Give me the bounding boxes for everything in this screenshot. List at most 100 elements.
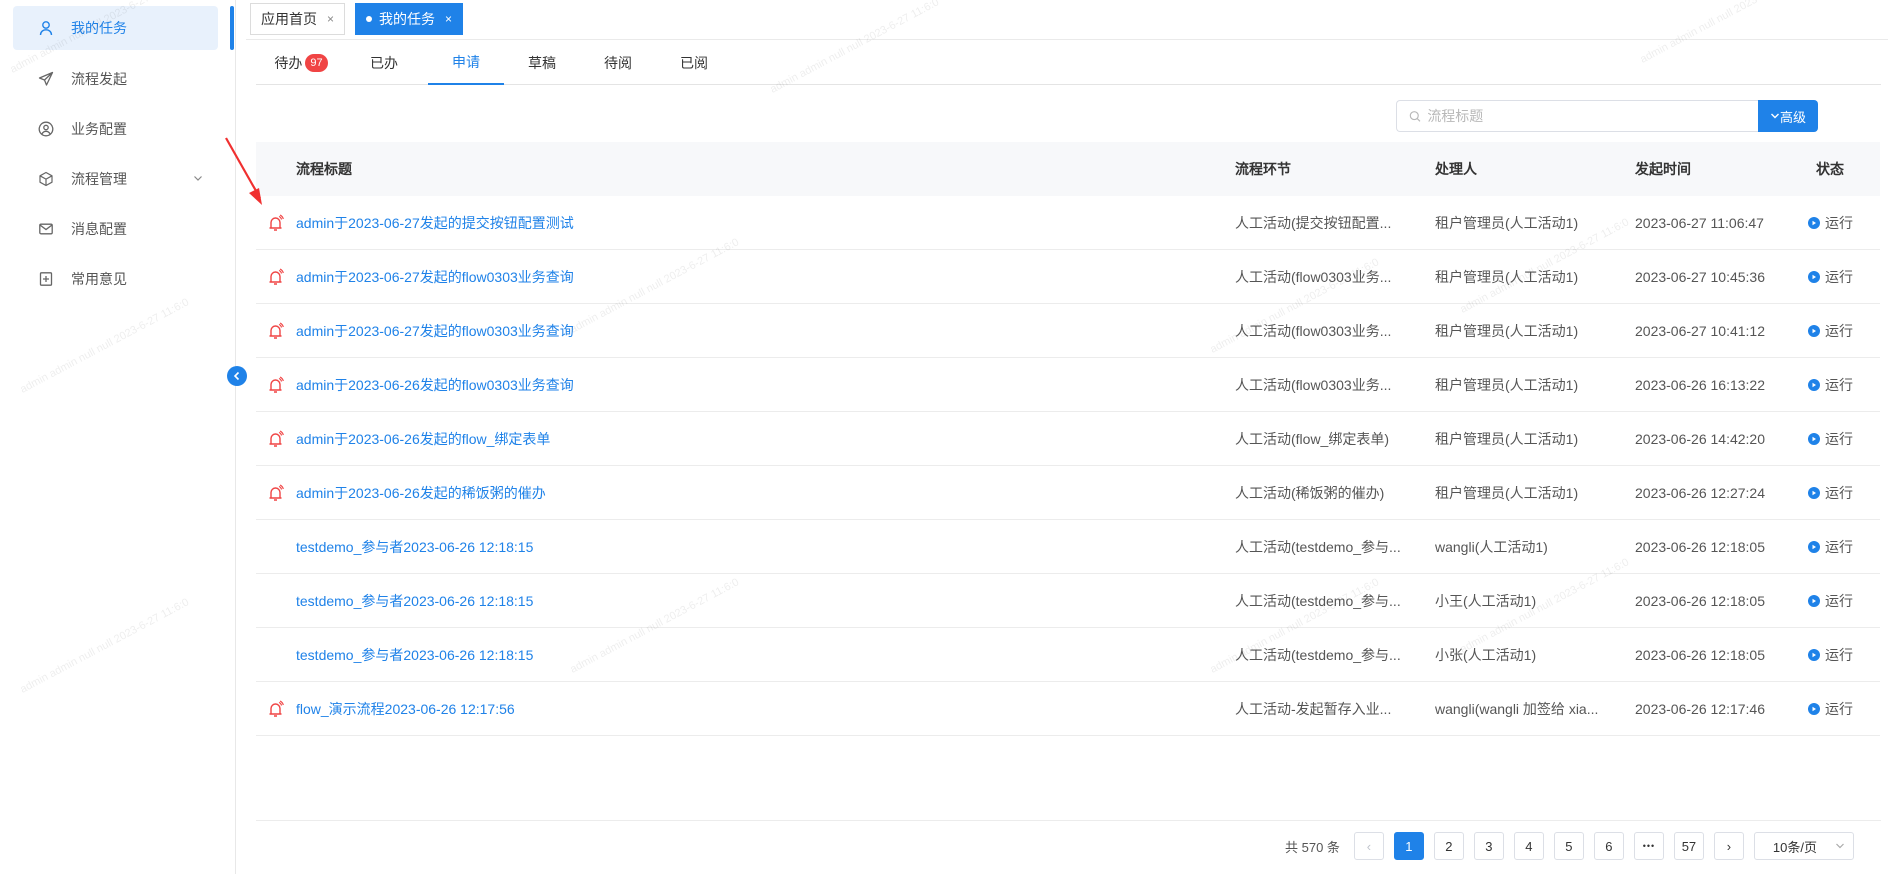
status-text: 运行 <box>1825 376 1853 393</box>
table-row[interactable]: admin于2023-06-26发起的flow0303业务查询 人工活动(flow… <box>256 358 1880 412</box>
tab-todo[interactable]: 待办 97 <box>256 40 346 85</box>
page-tab-my-tasks[interactable]: 我的任务 × <box>355 3 464 35</box>
process-title-link[interactable]: flow_演示流程2023-06-26 12:17:56 <box>296 682 1186 735</box>
search-box <box>1396 100 1758 132</box>
status-text: 运行 <box>1825 484 1853 501</box>
sidebar-item-business-config[interactable]: 业务配置 <box>13 107 218 151</box>
process-title-link[interactable]: testdemo_参与者2023-06-26 12:18:15 <box>296 574 1186 627</box>
process-title-link[interactable]: admin于2023-06-26发起的flow_绑定表单 <box>296 412 1186 465</box>
table-row[interactable]: flow_演示流程2023-06-26 12:17:56 人工活动-发起暂存入业.… <box>256 682 1880 736</box>
process-title-link[interactable]: testdemo_参与者2023-06-26 12:18:15 <box>296 628 1186 681</box>
sidebar-item-start-process[interactable]: 流程发起 <box>13 57 218 101</box>
sidebar-item-label: 业务配置 <box>71 121 127 137</box>
page-tab-label: 应用首页 <box>261 11 317 27</box>
urge-bell-icon[interactable] <box>256 466 296 519</box>
process-title-link[interactable]: admin于2023-06-27发起的flow0303业务查询 <box>296 250 1186 303</box>
sidebar-item-common-opinions[interactable]: 常用意见 <box>13 257 218 301</box>
paper-plane-icon <box>35 68 57 90</box>
page-tab-home[interactable]: 应用首页 × <box>250 3 346 35</box>
start-time: 2023-06-26 12:18:05 <box>1635 646 1765 663</box>
cube-icon <box>35 168 57 190</box>
page-button[interactable]: 4 <box>1513 832 1544 860</box>
table-row[interactable]: testdemo_参与者2023-06-26 12:18:15 人工活动(test… <box>256 574 1880 628</box>
handler: 租户管理员(人工活动1) <box>1435 269 1579 285</box>
process-node: 人工活动(flow_绑定表单) <box>1235 431 1390 447</box>
process-node: 人工活动(flow0303业务... <box>1235 323 1392 339</box>
tab-draft[interactable]: 草稿 <box>512 40 572 85</box>
chevron-down-icon[interactable] <box>192 171 204 187</box>
table-row[interactable]: admin于2023-06-27发起的flow0303业务查询 人工活动(flow… <box>256 304 1880 358</box>
play-icon <box>1808 216 1820 229</box>
tab-label: 待阅 <box>604 54 632 71</box>
user-circle-icon <box>35 118 57 140</box>
search-input[interactable] <box>1427 108 1758 124</box>
start-time: 2023-06-27 11:06:47 <box>1635 214 1764 231</box>
more-pages-button[interactable]: ••• <box>1633 832 1664 860</box>
play-icon <box>1808 648 1820 661</box>
header-status: 状态 <box>1816 161 1844 177</box>
prev-page-button[interactable]: ‹ <box>1353 832 1384 860</box>
collapse-sidebar-button[interactable] <box>227 366 247 386</box>
page-button[interactable]: 57 <box>1673 832 1704 860</box>
page-size-select[interactable]: 10条/页 <box>1753 832 1854 860</box>
pagination: 共 570 条 ‹ 1 2 3 4 5 6 ••• 57 › 10条/页 <box>1285 832 1854 860</box>
status-text: 运行 <box>1825 700 1853 717</box>
process-title-link[interactable]: admin于2023-06-26发起的稀饭粥的催办 <box>296 466 1186 519</box>
sidebar: 我的任务 流程发起 业务配置 流程管理 消息配置 常用意见 <box>0 0 236 874</box>
table-row[interactable]: admin于2023-06-26发起的flow_绑定表单 人工活动(flow_绑定… <box>256 412 1880 466</box>
play-icon <box>1808 324 1820 337</box>
play-icon <box>1808 702 1820 715</box>
tab-label: 草稿 <box>528 54 556 71</box>
process-node: 人工活动(提交按钮配置... <box>1235 215 1392 231</box>
close-icon[interactable]: × <box>445 12 452 26</box>
process-title-link[interactable]: testdemo_参与者2023-06-26 12:18:15 <box>296 520 1186 573</box>
task-table: 流程标题 流程环节 处理人 发起时间 状态 admin于2023-06-27发起… <box>256 142 1880 736</box>
status-text: 运行 <box>1825 322 1853 339</box>
table-row[interactable]: testdemo_参与者2023-06-26 12:18:15 人工活动(test… <box>256 520 1880 574</box>
process-node: 人工活动-发起暂存入业... <box>1235 701 1392 717</box>
page-button[interactable]: 5 <box>1553 832 1584 860</box>
table-row[interactable]: admin于2023-06-26发起的稀饭粥的催办 人工活动(稀饭粥的催办) 租户管… <box>256 466 1880 520</box>
handler: 租户管理员(人工活动1) <box>1435 215 1579 231</box>
handler: 租户管理员(人工活动1) <box>1435 323 1579 339</box>
active-indicator <box>230 6 234 50</box>
process-title-link[interactable]: admin于2023-06-27发起的flow0303业务查询 <box>296 304 1186 357</box>
sidebar-item-message-config[interactable]: 消息配置 <box>13 207 218 251</box>
next-page-button[interactable]: › <box>1713 832 1744 860</box>
start-time: 2023-06-26 12:27:24 <box>1635 484 1765 501</box>
tab-apply[interactable]: 申请 <box>428 40 504 85</box>
table-row[interactable]: admin于2023-06-27发起的提交按钮配置测试 人工活动(提交按钮配置..… <box>256 196 1880 250</box>
active-dot <box>366 16 372 22</box>
urge-bell-icon[interactable] <box>256 682 296 735</box>
page-button[interactable]: 6 <box>1593 832 1624 860</box>
page-button[interactable]: 3 <box>1473 832 1504 860</box>
page-button[interactable]: 2 <box>1433 832 1464 860</box>
chevron-down-icon <box>1835 843 1844 849</box>
urge-bell-icon[interactable] <box>256 358 296 411</box>
page-button[interactable]: 1 <box>1393 832 1424 860</box>
table-row[interactable]: admin于2023-06-27发起的flow0303业务查询 人工活动(flow… <box>256 250 1880 304</box>
close-icon[interactable]: × <box>327 12 334 26</box>
advanced-search-button[interactable]: 高级 <box>1758 100 1818 132</box>
tab-done[interactable]: 已办 <box>354 40 414 85</box>
status-cell: 运行 <box>1808 196 1880 249</box>
urge-bell-icon[interactable] <box>256 250 296 303</box>
table-row[interactable]: testdemo_参与者2023-06-26 12:18:15 人工活动(test… <box>256 628 1880 682</box>
start-time: 2023-06-26 16:13:22 <box>1635 376 1765 393</box>
start-time: 2023-06-26 12:18:05 <box>1635 592 1765 609</box>
status-text: 运行 <box>1825 646 1853 663</box>
urge-bell-icon[interactable] <box>256 196 296 249</box>
process-title-link[interactable]: admin于2023-06-26发起的flow0303业务查询 <box>296 358 1186 411</box>
handler: wangli(人工活动1) <box>1435 539 1548 555</box>
status-cell: 运行 <box>1808 520 1880 573</box>
process-node: 人工活动(testdemo_参与... <box>1235 539 1401 555</box>
tab-to-read[interactable]: 待阅 <box>588 40 648 85</box>
process-title-link[interactable]: admin于2023-06-27发起的提交按钮配置测试 <box>296 196 1186 249</box>
process-node: 人工活动(testdemo_参与... <box>1235 647 1401 663</box>
urge-bell-icon[interactable] <box>256 412 296 465</box>
table-body: admin于2023-06-27发起的提交按钮配置测试 人工活动(提交按钮配置..… <box>256 196 1880 736</box>
sidebar-item-my-tasks[interactable]: 我的任务 <box>13 6 218 50</box>
tab-read[interactable]: 已阅 <box>664 40 724 85</box>
sidebar-item-process-management[interactable]: 流程管理 <box>13 157 218 201</box>
urge-bell-icon[interactable] <box>256 304 296 357</box>
